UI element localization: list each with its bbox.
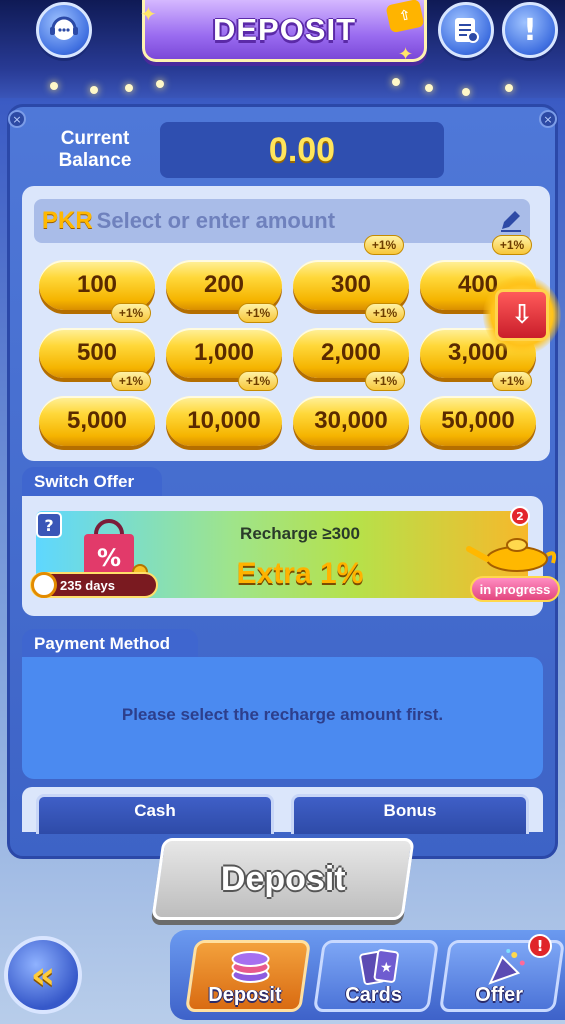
bonus-tag: +1% [492,371,532,391]
magic-lamp-icon [465,525,560,575]
cards-icon: ★ [358,947,402,987]
offer-condition: Recharge ≥300 [240,524,360,543]
offer-status-badge: in progress [470,576,560,602]
nav-deposit[interactable]: Deposit [184,940,312,1012]
amount-chip-label: 2,000 [320,339,382,366]
cash-wallet-tab[interactable]: Cash [36,794,274,834]
double-chevron-left-icon: « [30,953,56,997]
offer-help-button[interactable]: ? [36,512,62,538]
payment-method-tab: Payment Method [22,629,198,659]
balance-value: 0.00 [268,130,336,169]
history-list-icon [455,18,479,43]
exclamation-icon: ! [523,12,537,48]
nav-offer-label: Offer [475,984,524,1006]
star-icon: ✦ [140,2,157,26]
light-bulb [50,82,58,90]
bonus-tag: +1% [364,235,404,255]
light-bulb [425,84,433,92]
amount-chip-label: 5,000 [66,407,128,434]
amount-chip-label: 10,000 [187,407,261,434]
amount-chip-label: 50,000 [441,407,515,434]
amount-chip[interactable]: 50,000 [420,396,536,446]
offer-reward: Extra 1% [236,557,364,590]
light-bulb [90,86,98,94]
light-bulb [462,88,470,96]
back-button[interactable]: « [4,936,82,1014]
records-button[interactable] [438,2,494,58]
nav-cards[interactable]: ★ Cards [312,940,440,1012]
bonus-tag: +1% [365,371,405,391]
nav-cards-label: Cards [344,984,402,1006]
bonus-tag: +1% [492,235,532,255]
balance-label: Current Balance [58,128,132,171]
deposit-button[interactable]: Deposit [151,838,415,920]
light-bulb [156,80,164,88]
close-panel-icon: × [8,110,26,128]
currency-label: PKR [42,207,93,234]
chips-icon [229,945,273,985]
bonus-tag: +1% [111,371,151,391]
close-panel-icon: × [539,110,557,128]
gift-download-icon: ⇩ [495,289,549,341]
amount-chip-label: 100 [76,271,118,298]
pencil-icon[interactable] [498,207,524,233]
light-bulb [125,84,133,92]
bonus-tag: +1% [238,303,278,323]
amount-chip[interactable]: 5,000 [39,396,155,446]
page-title-banner: DEPOSIT [142,0,427,62]
gift-download-button[interactable]: ⇩ [483,275,561,355]
bonus-tag: +1% [238,371,278,391]
amount-field[interactable]: PKR [34,199,530,243]
bonus-tag: +1% [111,303,151,323]
offer-count-badge: 2 [510,506,530,526]
deposit-button-label: Deposit [220,859,346,898]
light-bulb [392,78,400,86]
offer-alert-badge: ! [528,934,552,958]
notice-button[interactable]: ! [502,2,558,58]
bonus-wallet-tab[interactable]: Bonus [291,794,529,834]
amount-chip-label: 200 [203,271,245,298]
payment-message: Please select the recharge amount first. [121,705,444,724]
amount-chip-label: 1,000 [193,339,255,366]
nav-deposit-label: Deposit [208,984,282,1006]
light-string [0,72,565,102]
light-bulb [505,84,513,92]
balance-display: 0.00 [160,122,444,178]
star-icon: ✦ [398,44,414,65]
amount-chip-label: 30,000 [314,407,388,434]
amount-chip-label: 300 [330,271,372,298]
clock-icon [31,572,57,598]
amount-input[interactable] [96,208,477,234]
amount-chip[interactable]: 30,000 [293,396,409,446]
support-button[interactable] [36,2,92,58]
switch-offer-tab: Switch Offer [22,467,162,497]
svg-text:★: ★ [380,960,393,976]
headset-chat-icon [50,16,78,40]
amount-chip[interactable]: 10,000 [166,396,282,446]
svg-text:%: % [97,544,121,572]
party-popper-icon [484,947,528,987]
bonus-tag: +1% [365,303,405,323]
amount-chip-label: 500 [76,339,118,366]
page-title: DEPOSIT [212,11,357,47]
